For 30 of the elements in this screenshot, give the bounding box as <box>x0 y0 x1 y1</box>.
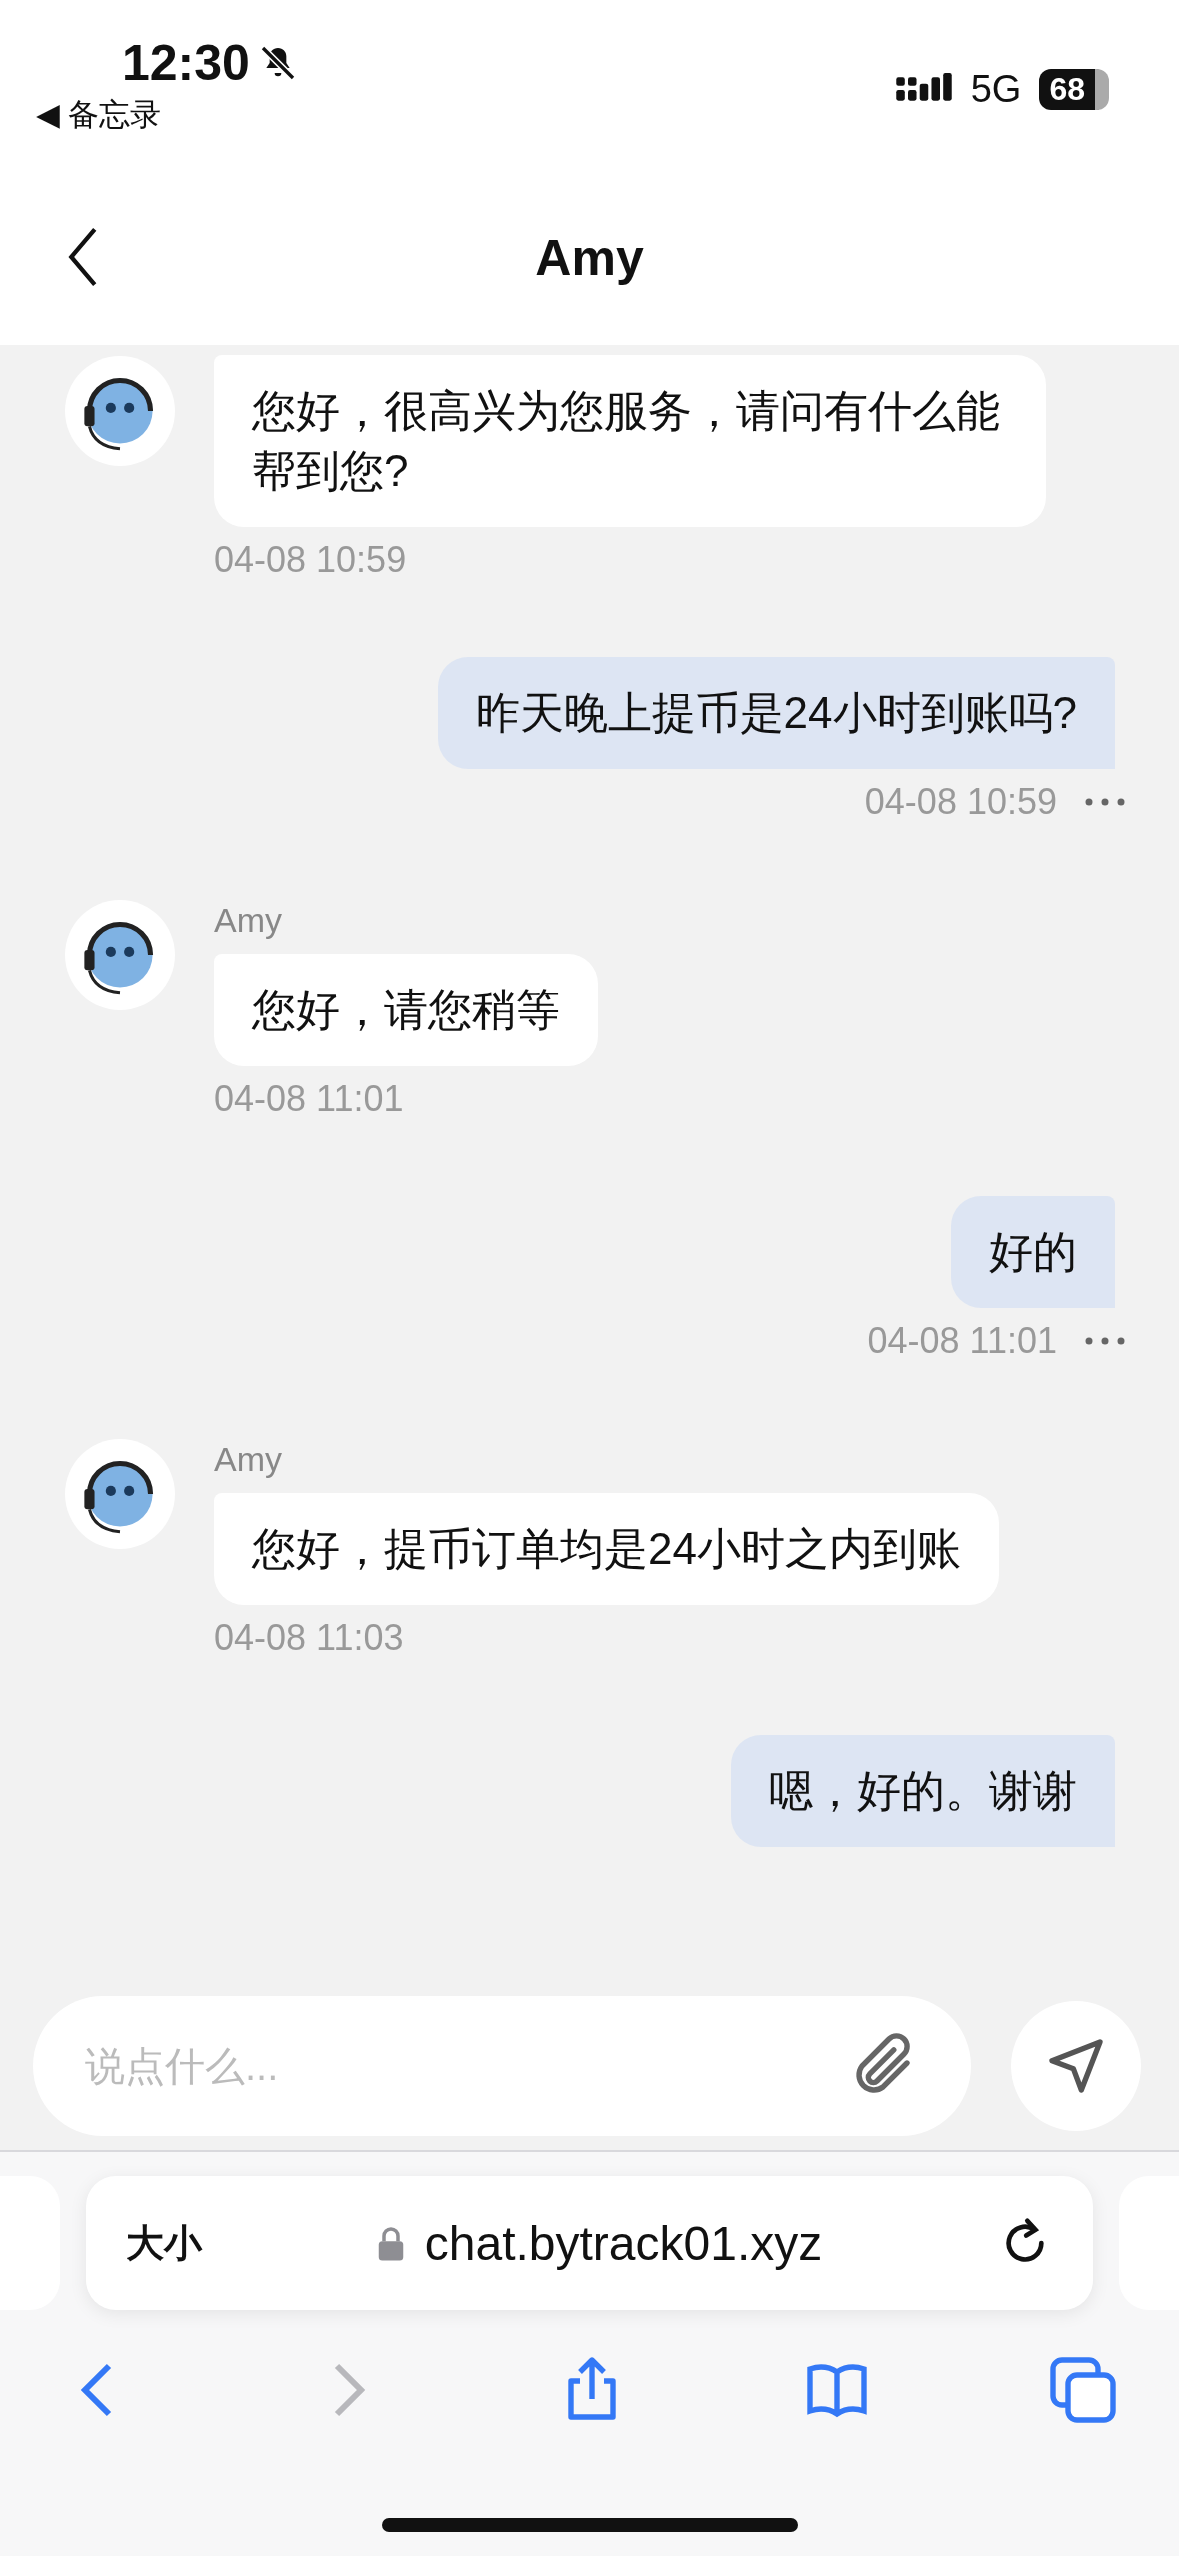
more-icon[interactable] <box>1085 798 1125 806</box>
message-time: 04-08 10:59 <box>214 539 407 581</box>
sender-name: Amy <box>214 1440 282 1479</box>
message-time: 04-08 10:59 <box>864 781 1057 823</box>
avatar-icon <box>64 899 176 1011</box>
message-bubble: 昨天晚上提币是24小时到账吗? <box>437 657 1115 769</box>
message-bubble: 好的 <box>951 1196 1115 1308</box>
message-bubble: 您好，很高兴为您服务，请问有什么能帮到您? <box>214 355 1046 527</box>
avatar-icon <box>64 1438 176 1550</box>
text-size-button[interactable]: 大小 <box>126 2217 202 2269</box>
tabs-icon[interactable] <box>1047 2354 1119 2426</box>
message-time: 04-08 11:01 <box>214 1078 404 1120</box>
message-bubble: 嗯，好的。谢谢 <box>731 1735 1115 1847</box>
avatar-icon <box>64 355 176 467</box>
message-field[interactable]: 说点什么... <box>33 1996 971 2136</box>
message-time: 04-08 11:03 <box>214 1617 404 1659</box>
address-bar[interactable]: 大小 chat.bytrack01.xyz <box>86 2176 1093 2310</box>
back-to-app-link[interactable]: ◀ 备忘录 <box>36 94 298 136</box>
url-text: chat.bytrack01.xyz <box>424 2215 823 2271</box>
message-time: 04-08 11:01 <box>867 1320 1057 1362</box>
network-label: 5G <box>970 67 1022 111</box>
chat-title: Amy <box>535 228 644 287</box>
message-bubble: 您好，提币订单均是24小时之内到账 <box>214 1493 999 1605</box>
sender-name: Amy <box>214 901 282 940</box>
more-icon[interactable] <box>1085 1337 1125 1345</box>
message-input[interactable]: 说点什么... <box>83 2042 847 2090</box>
battery-indicator: 68 <box>1039 68 1109 110</box>
message-bubble: 您好，请您稍等 <box>214 954 598 1066</box>
lock-icon <box>376 2225 405 2261</box>
status-time: 12:30 <box>122 34 250 92</box>
